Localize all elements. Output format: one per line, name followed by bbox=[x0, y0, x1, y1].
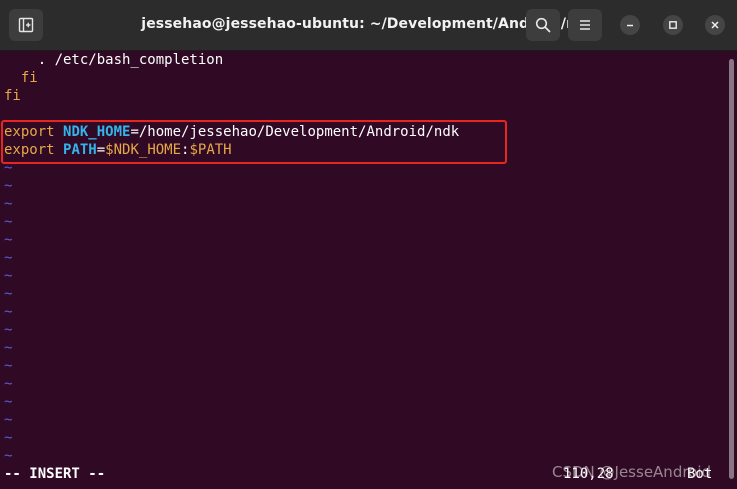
maximize-icon bbox=[668, 20, 678, 30]
tilde-marker: ~ bbox=[4, 214, 13, 230]
tilde-marker: ~ bbox=[4, 160, 13, 176]
new-tab-button[interactable] bbox=[9, 9, 43, 41]
tilde-marker: ~ bbox=[4, 268, 13, 284]
terminal-window: jessehao@jessehao-ubuntu: ~/Development/… bbox=[0, 0, 737, 489]
tilde-marker: ~ bbox=[4, 358, 13, 374]
maximize-button[interactable] bbox=[663, 15, 683, 35]
tilde-marker: ~ bbox=[4, 232, 13, 248]
search-icon bbox=[535, 17, 551, 33]
tilde-marker: ~ bbox=[4, 322, 13, 338]
tilde-marker: ~ bbox=[4, 448, 13, 464]
tilde-marker: ~ bbox=[4, 250, 13, 266]
vim-mode-indicator: -- INSERT -- bbox=[4, 466, 106, 482]
title-bar: jessehao@jessehao-ubuntu: ~/Development/… bbox=[0, 0, 737, 51]
tilde-marker: ~ bbox=[4, 376, 13, 392]
highlight-annotation-box bbox=[1, 120, 507, 164]
code-line: . /etc/bash_completion bbox=[4, 52, 224, 68]
tilde-marker: ~ bbox=[4, 286, 13, 302]
minimize-icon bbox=[625, 20, 635, 30]
tilde-marker: ~ bbox=[4, 430, 13, 446]
tilde-marker: ~ bbox=[4, 178, 13, 194]
search-button[interactable] bbox=[526, 9, 560, 41]
scroll-thumb[interactable] bbox=[729, 59, 734, 479]
scrollbar[interactable] bbox=[726, 51, 737, 489]
minimize-button[interactable] bbox=[620, 15, 640, 35]
close-button[interactable] bbox=[705, 15, 725, 35]
hamburger-menu-icon bbox=[578, 18, 592, 32]
close-icon bbox=[710, 20, 720, 30]
tilde-marker: ~ bbox=[4, 304, 13, 320]
menu-button[interactable] bbox=[568, 9, 602, 41]
code-line: fi bbox=[4, 70, 38, 86]
tilde-marker: ~ bbox=[4, 394, 13, 410]
watermark: CSDN @JesseAndroid bbox=[552, 463, 712, 481]
new-tab-icon bbox=[18, 17, 34, 33]
tilde-marker: ~ bbox=[4, 340, 13, 356]
tilde-marker: ~ bbox=[4, 412, 13, 428]
code-line: fi bbox=[4, 88, 21, 104]
tilde-marker: ~ bbox=[4, 196, 13, 212]
